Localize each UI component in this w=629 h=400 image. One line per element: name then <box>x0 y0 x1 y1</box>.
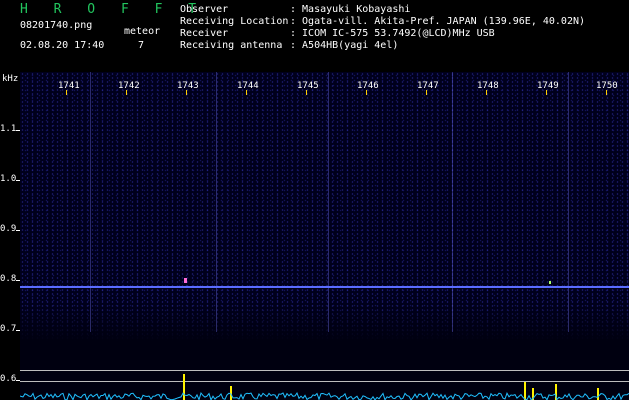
header-panel: H R O F F T 08201740.png 02.08.20 17:40 … <box>0 0 629 72</box>
info-value: : Masayuki Kobayashi <box>290 4 411 15</box>
x-tick <box>606 90 607 95</box>
app-brand: H R O F F T <box>20 2 206 17</box>
info-row-observer: Observer : Masayuki Kobayashi <box>180 4 585 16</box>
y-tick-label: 1.0 <box>0 174 17 184</box>
x-tick <box>66 90 67 95</box>
info-value: : ICOM IC-575 53.7492(@LCD)MHz USB <box>290 28 495 39</box>
x-tick-label: 1744 <box>237 81 259 91</box>
x-tick-label: 1742 <box>118 81 140 91</box>
y-tick-label: 0.9 <box>0 224 17 234</box>
x-tick <box>306 90 307 95</box>
signal-streak <box>216 72 217 332</box>
y-tick-label: 0.8 <box>0 274 17 284</box>
info-value: : A504HB(yagi 4el) <box>290 40 399 51</box>
y-tick <box>16 130 20 131</box>
info-value: : Ogata-vill. Akita-Pref. JAPAN (139.96E… <box>290 16 586 27</box>
signal-streak <box>90 72 91 332</box>
x-tick <box>366 90 367 95</box>
signal-streak <box>328 72 329 332</box>
y-tick <box>16 230 20 231</box>
spectrogram <box>20 72 629 400</box>
x-tick <box>546 90 547 95</box>
meteor-count-value: 7 <box>138 40 145 51</box>
y-tick <box>16 280 20 281</box>
file-name: 08201740.png <box>20 20 93 31</box>
info-key: Receiver <box>180 28 229 39</box>
x-tick-label: 1748 <box>477 81 499 91</box>
x-tick-label: 1747 <box>417 81 439 91</box>
x-tick <box>486 90 487 95</box>
x-tick-label: 1745 <box>297 81 319 91</box>
meteor-echo <box>184 278 187 283</box>
signal-streak <box>568 72 569 332</box>
meteor-echo <box>549 281 551 284</box>
carrier-band <box>20 286 629 288</box>
signal-streak <box>452 72 453 332</box>
x-tick-label: 1741 <box>58 81 80 91</box>
timestamp: 02.08.20 17:40 <box>20 40 105 51</box>
x-tick-label: 1746 <box>357 81 379 91</box>
y-tick-label: 0.7 <box>0 324 17 334</box>
x-tick <box>126 90 127 95</box>
station-info: Observer : Masayuki Kobayashi Receiving L… <box>180 4 585 52</box>
info-row-receiver: Receiver : ICOM IC-575 53.7492(@LCD)MHz U… <box>180 28 585 40</box>
info-key: Receiving antenna <box>180 40 283 51</box>
x-tick-label: 1749 <box>537 81 559 91</box>
info-row-location: Receiving Location: Ogata-vill. Akita-Pr… <box>180 16 585 28</box>
meteor-count-label: meteor <box>124 26 161 37</box>
threshold-line <box>20 370 629 371</box>
y-axis: kHz 1.1 1.0 0.9 0.8 0.7 0.6 <box>0 72 20 400</box>
x-tick <box>246 90 247 95</box>
x-tick <box>426 90 427 95</box>
info-key: Receiving Location <box>180 16 289 27</box>
signal-level-trace <box>20 391 629 400</box>
y-tick <box>16 330 20 331</box>
x-tick-label: 1743 <box>177 81 199 91</box>
y-tick <box>16 180 20 181</box>
x-tick <box>186 90 187 95</box>
info-key: Observer <box>180 4 229 15</box>
y-tick-label: 0.6 <box>0 374 17 384</box>
y-axis-unit: kHz <box>2 74 19 84</box>
y-tick-label: 1.1 <box>0 124 17 134</box>
info-row-antenna: Receiving antenna : A504HB(yagi 4el) <box>180 40 585 52</box>
